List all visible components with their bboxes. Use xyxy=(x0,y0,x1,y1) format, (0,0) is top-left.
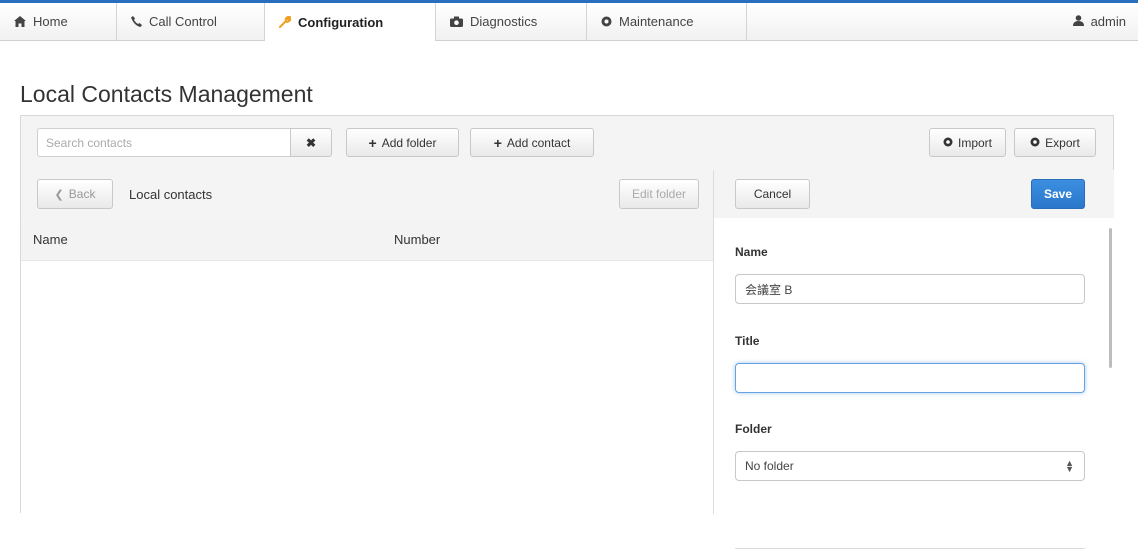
tab-configuration[interactable]: Configuration xyxy=(265,3,436,41)
folder-field-label: Folder xyxy=(735,422,772,436)
save-button[interactable]: Save xyxy=(1031,179,1085,209)
contact-edit-form: Cancel Save Name Title Folder No folder … xyxy=(713,170,1114,549)
import-button[interactable]: Import xyxy=(929,128,1006,157)
gear-icon xyxy=(601,16,612,27)
back-button[interactable]: ❮ Back xyxy=(37,179,113,209)
add-folder-button[interactable]: + Add folder xyxy=(346,128,459,157)
camera-icon xyxy=(450,16,463,27)
name-field[interactable] xyxy=(735,274,1085,304)
phone-icon xyxy=(131,16,142,27)
edit-folder-button[interactable]: Edit folder xyxy=(619,179,699,209)
tab-diagnostics-label: Diagnostics xyxy=(470,14,538,29)
home-icon xyxy=(14,16,26,27)
user-menu[interactable]: admin xyxy=(1072,3,1126,40)
search-input[interactable] xyxy=(37,128,291,157)
gear-icon xyxy=(943,136,953,150)
main-navbar: Home Call Control Configuration Diagnost… xyxy=(0,3,1138,41)
tab-call-control[interactable]: Call Control xyxy=(117,3,265,40)
gear-icon xyxy=(1030,136,1040,150)
select-arrows-icon: ▲ ▼ xyxy=(1065,458,1074,474)
folder-select-value: No folder xyxy=(745,459,794,473)
tab-configuration-label: Configuration xyxy=(298,14,384,30)
title-field-label: Title xyxy=(735,334,760,348)
contacts-table-header: Name Number xyxy=(21,218,713,261)
wrench-icon xyxy=(279,16,291,28)
tab-diagnostics[interactable]: Diagnostics xyxy=(436,3,587,40)
form-actions: Cancel Save xyxy=(714,170,1114,218)
save-label: Save xyxy=(1043,187,1073,201)
user-icon xyxy=(1072,14,1084,29)
name-field-label: Name xyxy=(735,245,768,259)
folder-bar: ❮ Back Local contacts Edit folder xyxy=(21,170,713,219)
cancel-button[interactable]: Cancel xyxy=(735,179,810,209)
export-button[interactable]: Export xyxy=(1014,128,1096,157)
folder-select[interactable]: No folder ▲ ▼ xyxy=(735,451,1085,481)
cancel-label: Cancel xyxy=(753,187,792,201)
page-title: Local Contacts Management xyxy=(20,81,313,107)
export-label: Export xyxy=(1045,135,1080,150)
close-icon: ✖ xyxy=(305,135,317,150)
chevron-left-icon: ❮ xyxy=(54,188,64,201)
add-contact-label: Add contact xyxy=(506,135,571,150)
tab-home[interactable]: Home xyxy=(0,3,117,40)
contacts-panel: ✖ + Add folder + Add contact Import Expo… xyxy=(20,115,1114,549)
title-field[interactable] xyxy=(735,363,1085,393)
plus-icon: + xyxy=(368,134,377,151)
import-label: Import xyxy=(957,135,992,150)
folder-title: Local contacts xyxy=(129,186,213,202)
form-scrollbar[interactable] xyxy=(1109,228,1112,368)
column-header-number: Number xyxy=(394,232,441,247)
tab-call-control-label: Call Control xyxy=(149,14,217,29)
add-contact-button[interactable]: + Add contact xyxy=(470,128,594,157)
plus-icon: + xyxy=(493,134,502,151)
add-folder-label: Add folder xyxy=(381,135,437,150)
tab-home-label: Home xyxy=(33,14,68,29)
tab-maintenance-label: Maintenance xyxy=(619,14,694,29)
tab-maintenance[interactable]: Maintenance xyxy=(587,3,747,40)
clear-search-button[interactable]: ✖ xyxy=(290,128,332,157)
back-label: Back xyxy=(68,187,96,201)
column-header-name: Name xyxy=(33,232,68,247)
contacts-toolbar: ✖ + Add folder + Add contact Import Expo… xyxy=(21,116,1113,171)
username: admin xyxy=(1090,14,1126,29)
edit-folder-label: Edit folder xyxy=(631,187,687,201)
